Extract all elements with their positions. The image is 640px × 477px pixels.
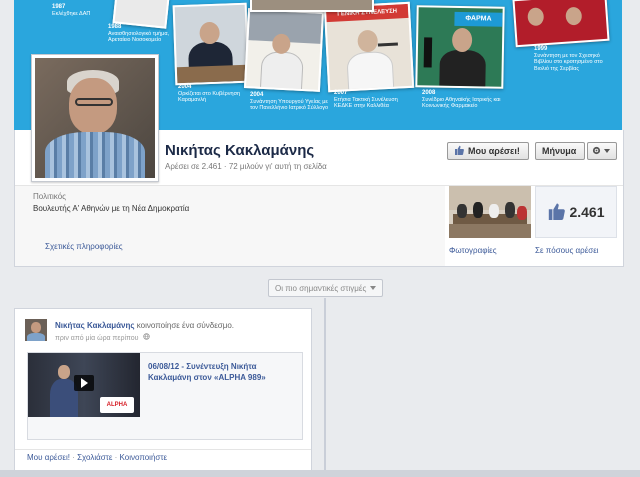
post-header: Νικήτας Κακλαμάνης κοινοποίησε ένα σύνδε…	[55, 321, 234, 330]
cover-photo-top-center	[250, 0, 374, 12]
caption-1988: 1988 Αναισθησιολογικό τμήμα, Αρεταίειο Νο…	[108, 24, 170, 43]
caption-2008: 2008 Συνέδριο Αθηναϊκής Ιατρικής και Κοιν…	[422, 90, 501, 109]
post-share-link[interactable]: Κοινοποιήστε	[120, 453, 168, 462]
timeline-spine	[324, 298, 326, 477]
profile-picture[interactable]	[31, 54, 159, 182]
photos-link[interactable]: Φωτογραφίες	[449, 246, 497, 255]
about-section: Πολιτικός Βουλευτής Α' Αθηνών με τη Νέα …	[15, 186, 445, 266]
likes-count-box[interactable]: 2.461	[535, 186, 617, 238]
cover-photo-2004-meeting	[243, 8, 325, 92]
caption-1999: 1999 Συνάντηση με τον Σχεσηκό Βιβλίου στο…	[534, 46, 603, 72]
attachment-title-link[interactable]: 06/08/12 - Συνέντευξη Νικήτα Κακλαμάνη σ…	[148, 361, 296, 383]
page-name: Νικήτας Κακλαμάνης	[165, 142, 315, 159]
profile-picture-image	[35, 58, 155, 178]
like-page-button[interactable]: Μου αρέσει!	[447, 142, 529, 160]
chevron-down-icon	[604, 146, 610, 156]
bottom-bar	[0, 470, 640, 477]
post-actions: Μου αρέσει! · Σχολιάστε · Κοινοποιήστε	[27, 453, 168, 462]
likes-count: 2.461	[569, 204, 605, 220]
banner-pharma: ΦΑΡΜΑ	[454, 11, 503, 27]
post-like-link[interactable]: Μου αρέσει!	[27, 453, 70, 462]
post-comment-link[interactable]: Σχολιάστε	[77, 453, 112, 462]
message-button[interactable]: Μήνυμα	[535, 142, 585, 160]
likes-count-link[interactable]: Σε πόσους αρέσει	[535, 246, 599, 255]
channel-logo: ALPHA	[100, 397, 134, 413]
caption-1987: 1987 Εκλέχθηκε ΔΑΠ	[52, 4, 91, 17]
globe-icon	[143, 333, 151, 342]
gear-icon	[592, 146, 601, 157]
caption-2004-b: 2004 Συνάντηση Υπουργού Υγείας με τον Παν…	[250, 92, 329, 111]
page-description: Βουλευτής Α' Αθηνών με τη Νέα Δημοκρατία	[33, 204, 190, 213]
post-action-text: κοινοποίησε ένα σύνδεσμο.	[136, 321, 235, 330]
highlights-dropdown[interactable]: Οι πιο σημαντικές στιγμές	[268, 279, 384, 297]
cover-photo-right	[512, 0, 610, 48]
video-thumbnail[interactable]: ALPHA	[28, 353, 140, 417]
thumbs-up-icon	[547, 202, 566, 222]
cover-photo-2004-oath	[172, 2, 250, 86]
caption-2007: 2007 Ετήσια Τακτική Συνέλευση ΚΕΔΚΕ στην …	[334, 90, 398, 109]
facebook-page: ΓΕΝΙΚΗ ΣΥΝΕΛΕΥΣΗ ΦΑΡΜΑ 1987 Εκλέχθηκε ΔΑΠ…	[0, 0, 640, 477]
photos-thumbnail[interactable]	[449, 186, 531, 238]
post-timestamp: πριν από μία ώρα περίπου	[55, 333, 151, 342]
about-link[interactable]: Σχετικές πληροφορίες	[45, 242, 123, 251]
page-category: Πολιτικός	[33, 192, 66, 201]
likes-summary: Αρέσει σε 2.461 · 72 μιλούν γι' αυτή τη …	[165, 162, 327, 171]
cover-photo-2008-conference: ΦΑΡΜΑ	[415, 5, 505, 89]
link-attachment[interactable]: ALPHA 06/08/12 - Συνέντευξη Νικήτα Κακλα…	[27, 352, 303, 440]
post-divider	[15, 449, 311, 450]
post-author-link[interactable]: Νικήτας Κακλαμάνης	[55, 321, 135, 330]
caption-2004-a: 2004 Ορκίζεται στο Κυβέρνηση Καραμανλή	[178, 84, 241, 103]
timeline-post: Νικήτας Κακλαμάνης κοινοποίησε ένα σύνδε…	[14, 308, 312, 477]
chevron-down-icon	[370, 284, 377, 293]
thumbs-up-icon	[454, 145, 464, 157]
cover-photo-2007-assembly: ΓΕΝΙΚΗ ΣΥΝΕΛΕΥΣΗ	[323, 1, 415, 93]
play-icon[interactable]	[74, 375, 94, 391]
post-author-avatar[interactable]	[25, 319, 47, 341]
profile-card: Νικήτας Κακλαμάνης Αρέσει σε 2.461 · 72 …	[14, 54, 624, 267]
settings-dropdown-button[interactable]	[587, 142, 617, 160]
